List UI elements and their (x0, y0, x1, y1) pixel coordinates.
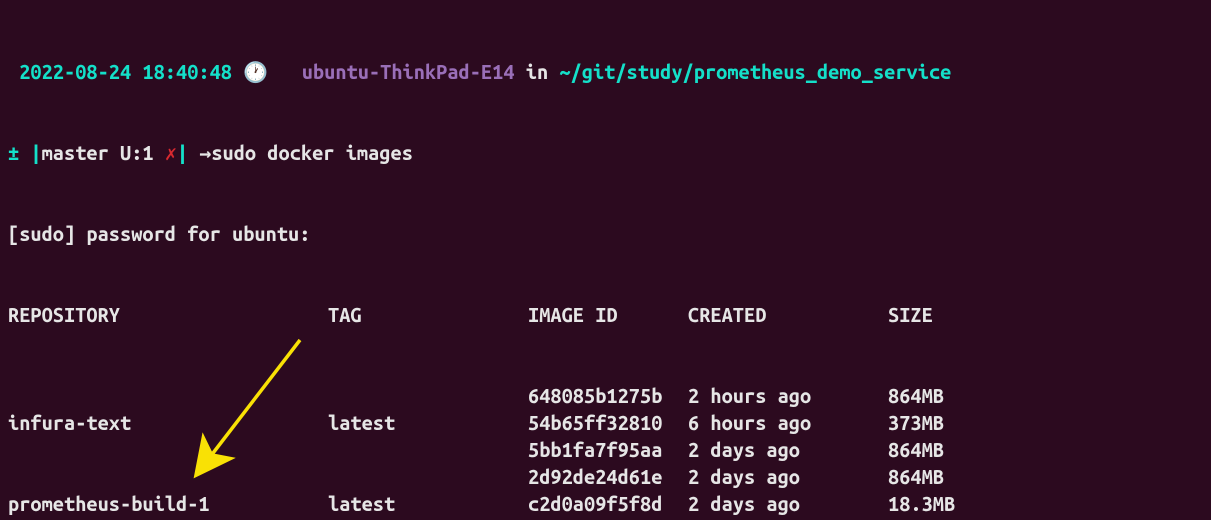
cell-size: 864MB (888, 463, 944, 490)
prompt-line-1: 2022-08-24 18:40:48 🕐 ubuntu-ThinkPad-E1… (8, 58, 1203, 85)
table-row: prometheus-build-1latestc2d0a09f5f8d2 da… (8, 490, 1203, 517)
cell-size: 864MB (888, 382, 944, 409)
header-tag: TAG (328, 301, 528, 328)
cell-size: 373MB (888, 409, 944, 436)
cell-tag: latest (328, 409, 528, 436)
header-image-id: IMAGE ID (528, 301, 688, 328)
cell-tag: latest (328, 490, 528, 517)
cwd-path: ~/git/study/prometheus_demo_service (559, 60, 951, 83)
command-text: sudo docker images (211, 141, 413, 164)
cell-image-id: 2d92de24d61e (528, 463, 688, 490)
cell-image-id: 5bb1fa7f95aa (528, 436, 688, 463)
table-row: infura-textlatest54b65ff328106 hours ago… (8, 409, 1203, 436)
table-row: 2d92de24d61e2 days ago864MB (8, 463, 1203, 490)
cell-image-id: c2d0a09f5f8d (528, 490, 688, 517)
table-row: 5bb1fa7f95aa2 days ago864MB (8, 436, 1203, 463)
git-symbol: ± (8, 141, 19, 164)
prompt-line-2: ± |master U:1 ✗| →sudo docker images (8, 139, 1203, 166)
branch-close: | (177, 141, 188, 164)
cell-image-id: 54b65ff32810 (528, 409, 688, 436)
in-word: in (526, 60, 548, 83)
timestamp: 2022-08-24 18:40:48 (19, 60, 232, 83)
cell-created: 6 hours ago (688, 409, 888, 436)
cell-size: 864MB (888, 436, 944, 463)
cell-created: 2 days ago (688, 490, 888, 517)
header-created: CREATED (688, 301, 888, 328)
table-row: 648085b1275b2 hours ago864MB (8, 382, 1203, 409)
cell-repository: prometheus-build-1 (8, 490, 328, 517)
branch-open: | (30, 141, 41, 164)
terminal-output[interactable]: 2022-08-24 18:40:48 🕐 ubuntu-ThinkPad-E1… (0, 0, 1211, 520)
cell-created: 2 hours ago (688, 382, 888, 409)
git-dirty-icon: ✗ (165, 141, 177, 164)
cell-repository: infura-text (8, 409, 328, 436)
cell-size: 18.3MB (888, 490, 955, 517)
clock-icon: 🕐 (243, 60, 268, 83)
sudo-prompt: [sudo] password for ubuntu: (8, 220, 1203, 247)
cell-image-id: 648085b1275b (528, 382, 688, 409)
hostname: ubuntu-ThinkPad-E14 (302, 60, 515, 83)
table-header: REPOSITORYTAGIMAGE IDCREATEDSIZE (8, 301, 1203, 328)
cell-created: 2 days ago (688, 436, 888, 463)
git-branch: master U:1 (42, 141, 154, 164)
header-repository: REPOSITORY (8, 301, 328, 328)
cell-created: 2 days ago (688, 463, 888, 490)
header-size: SIZE (888, 301, 933, 328)
arrow-icon: → (199, 141, 211, 164)
